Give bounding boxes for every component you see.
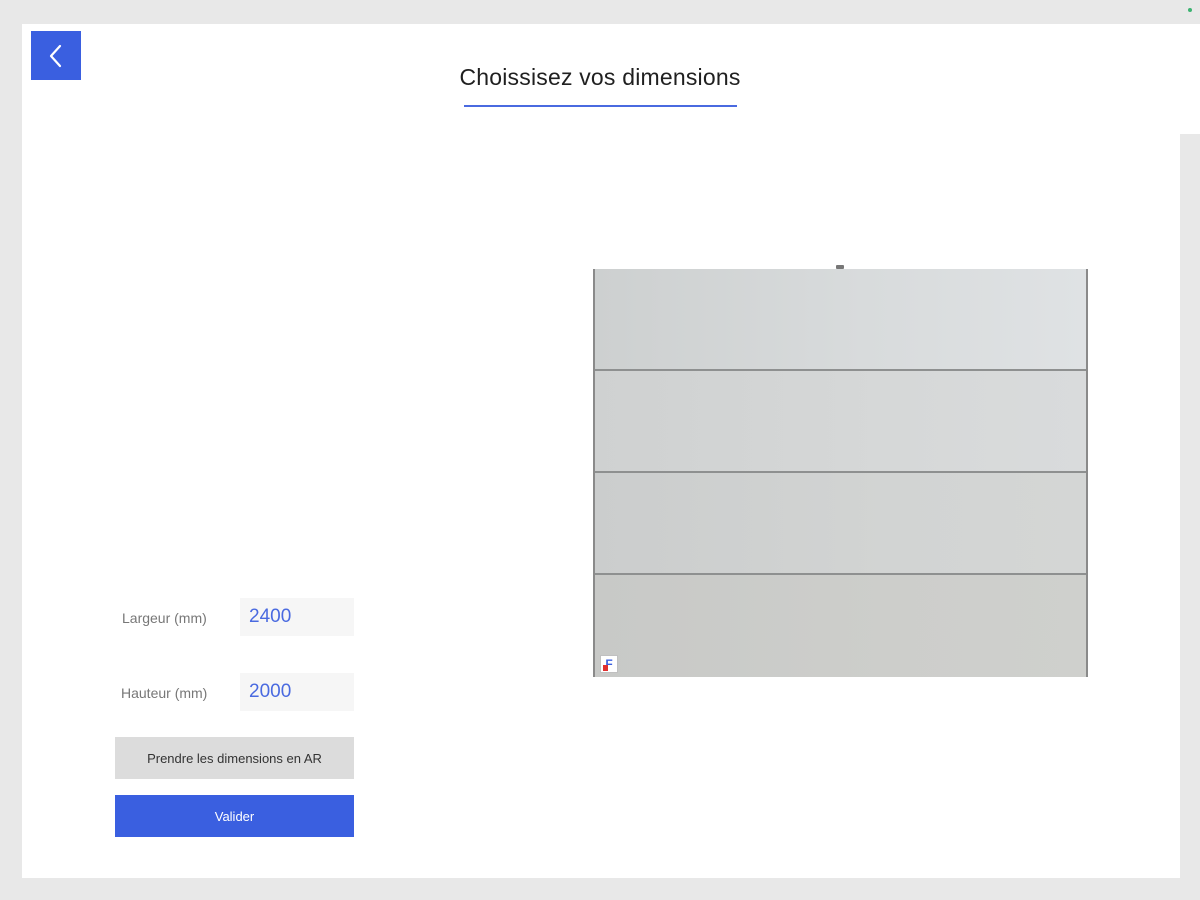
page-title: Choissisez vos dimensions: [459, 64, 741, 90]
status-indicator-icon: [1188, 8, 1192, 12]
door-panel: [595, 371, 1086, 473]
door-panel: [595, 473, 1086, 575]
ar-measure-button[interactable]: Prendre les dimensions en AR: [115, 737, 354, 779]
door-panel: [595, 575, 1086, 677]
width-label: Largeur (mm): [122, 610, 207, 626]
width-input[interactable]: [240, 598, 354, 636]
title-underline: [464, 105, 737, 107]
scrollbar-track: [1180, 24, 1200, 134]
validate-button[interactable]: Valider: [115, 795, 354, 837]
window-edge: [1180, 810, 1200, 878]
door-preview: F: [593, 269, 1088, 677]
height-input[interactable]: [240, 673, 354, 711]
back-button[interactable]: [31, 31, 81, 80]
brand-logo-icon: F: [600, 655, 618, 673]
door-panel: [595, 269, 1086, 371]
chevron-left-icon: [49, 44, 62, 67]
height-label: Hauteur (mm): [121, 685, 208, 701]
